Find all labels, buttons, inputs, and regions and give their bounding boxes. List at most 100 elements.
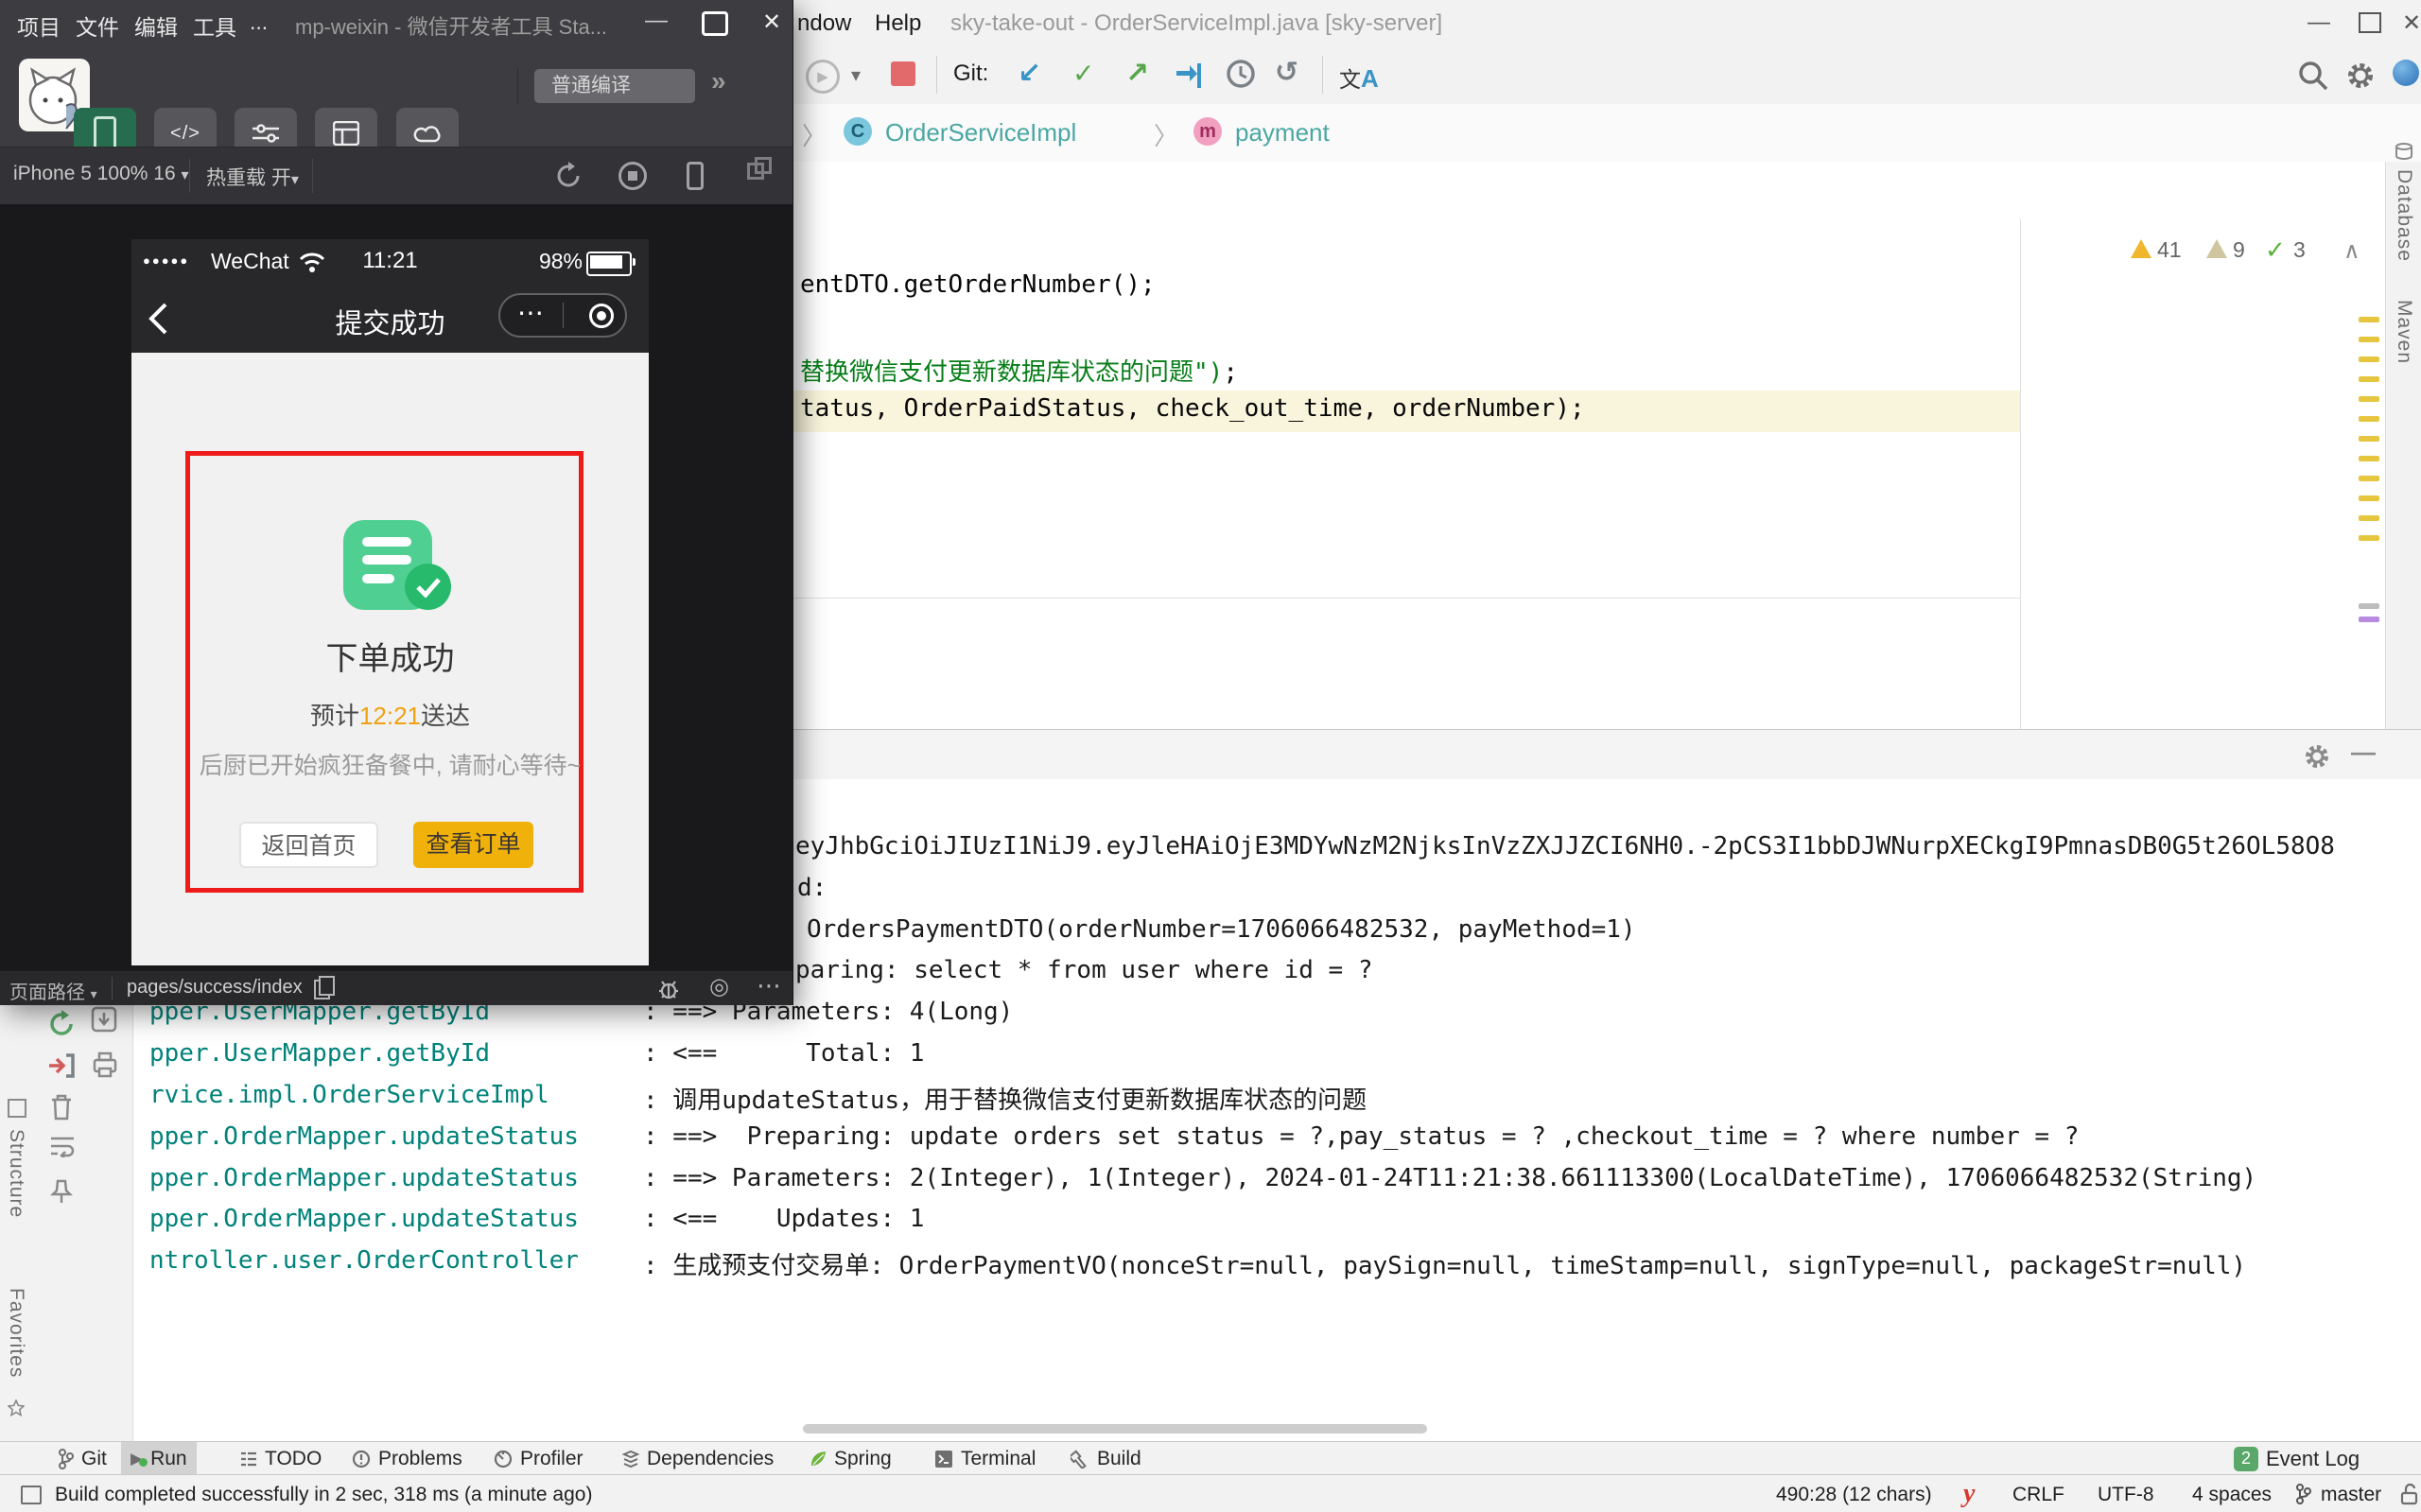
run-config-dropdown-icon[interactable]: ▾ [851, 63, 861, 87]
warning-stripe-mark[interactable] [2359, 337, 2379, 342]
settings-gear-icon[interactable] [2345, 61, 2376, 91]
page-path-value[interactable]: pages/success/index [127, 977, 303, 999]
run-config-icon[interactable]: ▶ [806, 60, 840, 94]
phone-screen[interactable]: ●●●●● WeChat 11:21 98% [131, 239, 649, 965]
event-log-button[interactable]: 2 Event Log [2224, 1442, 2369, 1475]
exit-icon[interactable] [47, 1051, 76, 1080]
menu-edit[interactable]: 编辑 [134, 9, 178, 42]
toolbar-tab-todo[interactable]: TODO [231, 1442, 331, 1475]
footer-more-icon[interactable]: ⋯ [757, 971, 781, 1000]
copy-path-icon[interactable] [314, 980, 330, 999]
eye-record-icon[interactable]: ◎ [709, 973, 729, 1000]
right-tool-stripe: Database Maven [2385, 162, 2421, 729]
warning-stripe-mark[interactable] [2359, 535, 2379, 541]
git-commit-icon[interactable]: ✓ [1072, 58, 1094, 89]
line-ending[interactable]: CRLF [2012, 1484, 2064, 1506]
refresh-icon[interactable] [554, 162, 583, 190]
capsule-more-icon[interactable]: ⋯ [517, 297, 544, 328]
rerun-icon[interactable] [47, 1010, 76, 1038]
breadcrumb-method[interactable]: payment [1235, 118, 1330, 148]
warning-stripe-mark[interactable] [2359, 416, 2379, 422]
back-home-button[interactable]: 返回首页 [239, 822, 378, 868]
capsule-record-icon[interactable] [589, 304, 614, 328]
device-selector[interactable]: iPhone 5 100% 16 ▾ [13, 163, 189, 185]
view-order-button[interactable]: 查看订单 [413, 822, 533, 868]
warning-stripe-mark[interactable] [2359, 317, 2379, 322]
warning-stripe-mark[interactable] [2359, 396, 2379, 402]
warning-stripe-mark[interactable] [2359, 376, 2379, 382]
scroll-down-icon[interactable] [91, 1006, 117, 1033]
menu-more[interactable]: ... [250, 9, 268, 35]
warning-stripe-mark[interactable] [2359, 456, 2379, 461]
toolbar-tab-git[interactable]: Git [49, 1442, 116, 1475]
tool-stripe-database[interactable]: Database [2393, 169, 2415, 262]
devtools-close-button[interactable]: ✕ [762, 9, 781, 36]
tool-stripe-maven[interactable]: Maven [2393, 300, 2415, 364]
toolbar-tab-terminal[interactable]: Terminal [925, 1442, 1045, 1475]
toolbar-more-icon[interactable]: » [711, 66, 726, 96]
menu-project[interactable]: 项目 [17, 9, 61, 42]
indent-setting[interactable]: 4 spaces [2192, 1484, 2272, 1506]
git-push-icon[interactable]: ↗ [1125, 57, 1149, 90]
device-preview-icon[interactable] [687, 162, 704, 190]
delete-icon[interactable] [49, 1093, 74, 1121]
warning-stripe-mark[interactable] [2359, 476, 2379, 481]
git-branch-name[interactable]: master [2321, 1484, 2381, 1506]
warning-stripe-mark[interactable] [2359, 495, 2379, 501]
search-icon[interactable] [2298, 61, 2328, 91]
prev-problem-icon[interactable]: ∧ [2343, 237, 2360, 265]
warning-stripe-mark[interactable] [2359, 515, 2379, 521]
detach-window-icon[interactable] [747, 163, 764, 180]
page-path-dropdown[interactable]: 页面路径 ▾ [9, 977, 97, 1004]
warning-stripe-mark[interactable] [2359, 436, 2379, 442]
hot-reload-toggle[interactable]: 热重载 开▾ [206, 163, 299, 191]
horizontal-scrollbar[interactable] [803, 1424, 1427, 1434]
toolbar-tab-profiler[interactable]: Profiler [484, 1442, 593, 1475]
undo-icon[interactable]: ↺ [1275, 56, 1298, 89]
inspections-widget[interactable]: 41 9 ✓ 3 [2131, 235, 2301, 268]
ide-menu-help[interactable]: Help [875, 10, 921, 37]
ide-menu-window[interactable]: ndow [797, 10, 851, 37]
toolbar-tab-build[interactable]: Build [1061, 1442, 1151, 1475]
toolbar-tab-problems[interactable]: Problems [342, 1442, 472, 1475]
bug-icon[interactable] [656, 977, 681, 1001]
stripe-mark[interactable] [2359, 603, 2379, 609]
file-encoding[interactable]: UTF-8 [2098, 1484, 2154, 1506]
profile-avatar-icon[interactable] [2393, 60, 2419, 86]
git-update-icon[interactable]: ↙ [1018, 57, 1041, 90]
y-logo-icon[interactable]: y [1963, 1479, 1975, 1509]
softwrap-icon[interactable] [49, 1135, 76, 1157]
toolbar-tab-spring[interactable]: Spring [800, 1442, 901, 1475]
breadcrumb-class[interactable]: OrderServiceImpl [885, 118, 1076, 148]
run-panel-hide-icon[interactable]: — [2351, 738, 2376, 767]
print-icon[interactable] [91, 1051, 119, 1078]
pin-icon[interactable] [49, 1178, 74, 1205]
status-message[interactable]: Build completed successfully in 2 sec, 3… [55, 1484, 592, 1506]
stop-button[interactable] [891, 61, 915, 86]
ide-maximize-button[interactable] [2359, 12, 2381, 33]
git-merge-icon[interactable] [1175, 61, 1205, 90]
menu-file[interactable]: 文件 [76, 9, 119, 42]
ide-minimize-button[interactable]: — [2308, 9, 2330, 36]
compile-mode-dropdown[interactable]: 普通编译 [534, 69, 695, 103]
tool-stripe-favorites[interactable]: Favorites [5, 1288, 27, 1378]
devtools-minimize-button[interactable]: — [645, 8, 668, 34]
tool-stripe-structure[interactable]: Structure [5, 1129, 27, 1218]
unlock-icon[interactable] [2400, 1483, 2419, 1505]
warning-stripe-mark[interactable] [2359, 356, 2379, 362]
toolbar-tab-dependencies[interactable]: Dependencies [613, 1442, 783, 1475]
menu-tools[interactable]: 工具 [193, 9, 236, 42]
toolbar-tab-run[interactable]: ▶ Run [121, 1442, 197, 1475]
simulator-bar: iPhone 5 100% 16 ▾ 热重载 开▾ [0, 147, 792, 205]
caret-position[interactable]: 490:28 (12 chars) [1776, 1484, 1932, 1506]
toolwindow-toggle-icon[interactable] [21, 1486, 42, 1504]
run-panel-gear-icon[interactable] [2304, 743, 2330, 770]
history-clock-icon[interactable] [1226, 59, 1256, 89]
code-editor[interactable]: 41 9 ✓ 3 ∧ ∨ entDTO.getOrderNumber(); 替换… [792, 162, 2421, 729]
simbar-divider [189, 159, 190, 193]
stop-icon[interactable] [618, 162, 647, 190]
ide-close-button[interactable]: ✕ [2402, 9, 2421, 37]
devtools-maximize-button[interactable] [702, 11, 728, 36]
translate-icon[interactable]: 文A [1339, 61, 1379, 94]
stripe-mark[interactable] [2359, 617, 2379, 622]
